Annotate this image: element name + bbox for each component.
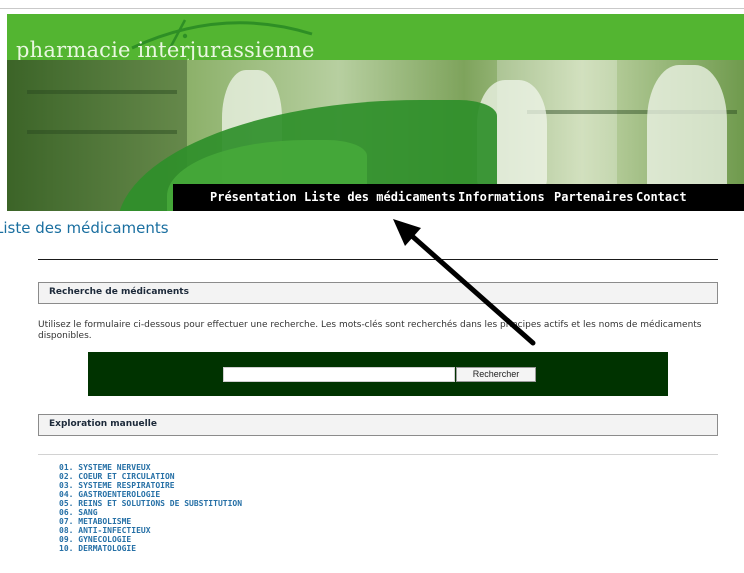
page-title: Liste des médicaments [0,219,169,237]
category-link[interactable]: 09. GYNECOLOGIE [59,535,242,544]
top-rule [0,8,744,9]
category-link[interactable]: 06. SANG [59,508,242,517]
category-link[interactable]: 04. GASTROENTEROLOGIE [59,490,242,499]
site-title[interactable]: pharmacie interjurassienne [16,38,315,62]
photo-shelf [27,130,177,134]
category-link[interactable]: 08. ANTI-INFECTIEUX [59,526,242,535]
category-list: 01. SYSTEME NERVEUX 02. COEUR ET CIRCULA… [59,463,242,553]
search-input[interactable] [223,367,455,382]
page-title-text: Liste des médicaments [0,219,169,237]
search-section-title: Recherche de médicaments [49,287,189,297]
category-link[interactable]: 05. REINS ET SOLUTIONS DE SUBSTITUTION [59,499,242,508]
search-button[interactable]: Rechercher [456,367,536,382]
top-strip [0,0,744,14]
category-link[interactable]: 03. SYSTEME RESPIRATOIRE [59,481,242,490]
category-link[interactable]: 07. METABOLISME [59,517,242,526]
manual-section-header: Exploration manuelle [38,414,718,436]
nav-item-presentation[interactable]: Présentation [210,190,297,204]
category-link[interactable]: 10. DERMATOLOGIE [59,544,242,553]
nav-item-informations[interactable]: Informations [458,190,545,204]
manual-section-title: Exploration manuelle [49,419,157,429]
nav-item-liste-medicaments[interactable]: Liste des médicaments [304,190,456,204]
search-intro-text: Utilisez le formulaire ci-dessous pour e… [38,320,702,341]
list-divider [38,454,718,455]
search-section-header: Recherche de médicaments [38,282,718,304]
category-link[interactable]: 01. SYSTEME NERVEUX [59,463,242,472]
search-panel: Rechercher [88,352,668,396]
nav-item-partenaires[interactable]: Partenaires [554,190,633,204]
header-banner: pharmacie interjurassienne [7,14,744,211]
title-divider [38,259,718,260]
main-nav: Présentation Liste des médicaments Infor… [173,184,744,211]
photo-shelf [27,90,177,94]
nav-item-contact[interactable]: Contact [636,190,687,204]
category-link[interactable]: 02. COEUR ET CIRCULATION [59,472,242,481]
